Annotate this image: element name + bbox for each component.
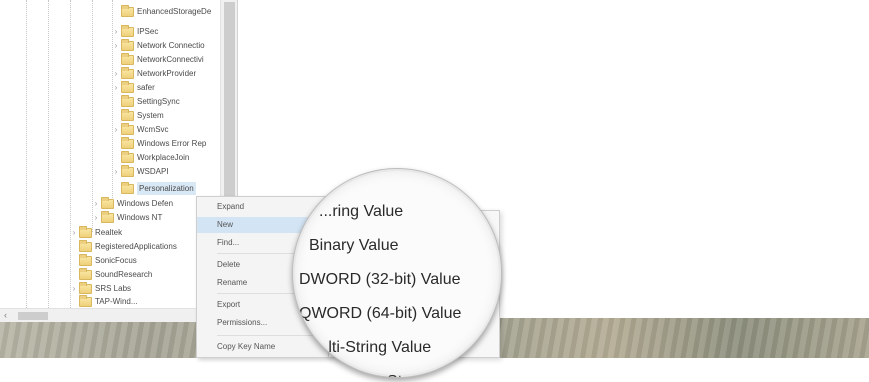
registry-key-label: Personalization — [137, 182, 196, 195]
expand-chevron-icon[interactable]: › — [70, 282, 78, 295]
registry-key-label: NetworkProvider — [137, 69, 197, 78]
registry-key-node[interactable]: › WcmSvc — [112, 122, 169, 136]
expand-chevron-icon[interactable]: › — [70, 226, 78, 239]
screenshot-stage: EnhancedStorageDe › IPSec › Network Connecti… — [0, 0, 869, 382]
registry-key-label: IPSec — [137, 27, 159, 36]
registry-key-label: Windows Defen — [117, 199, 174, 208]
new-value-type-option[interactable]: QWORD (64-bit) Value — [299, 299, 499, 329]
new-value-type-option[interactable]: Binary Value — [309, 231, 501, 261]
folder-icon — [121, 181, 134, 194]
registry-key-label: SoundResearch — [95, 270, 153, 279]
folder-icon — [79, 281, 92, 294]
registry-key-tree[interactable]: EnhancedStorageDe › IPSec › Network Connecti… — [0, 0, 220, 308]
folder-icon — [121, 66, 134, 79]
registry-key-node[interactable]: Windows Error Rep — [112, 136, 207, 150]
registry-key-node[interactable]: › IPSec — [112, 24, 159, 38]
magnifier-lens: ...ring Value Binary Value DWORD (32-bit) … — [292, 168, 502, 378]
folder-icon — [101, 210, 114, 223]
folder-icon — [121, 24, 134, 37]
menu-separator — [217, 335, 323, 336]
registry-key-node[interactable]: › Realtek — [70, 225, 123, 239]
expand-chevron-icon[interactable]: › — [112, 81, 120, 94]
registry-key-node[interactable]: › Windows NT — [92, 210, 163, 224]
registry-key-label: WSDAPI — [137, 167, 169, 176]
registry-key-label: safer — [137, 83, 155, 92]
horizontal-scroll-thumb[interactable] — [18, 312, 48, 320]
registry-key-node[interactable]: NetworkConnectivi — [112, 52, 204, 66]
registry-key-label: Network Connectio — [137, 41, 205, 50]
registry-key-node[interactable]: SonicFocus — [70, 253, 137, 267]
registry-key-node[interactable]: SettingSync — [112, 94, 180, 108]
registry-key-node[interactable]: Personalization — [112, 181, 196, 195]
registry-key-label: Windows NT — [117, 213, 163, 222]
registry-key-node[interactable]: System — [112, 108, 164, 122]
folder-icon — [79, 225, 92, 238]
menu-item-label: Find... — [217, 238, 240, 247]
registry-key-node[interactable]: SoundResearch — [70, 267, 153, 281]
registry-key-node[interactable]: › Windows Defen — [92, 196, 174, 210]
expand-chevron-icon[interactable]: › — [92, 211, 100, 224]
registry-key-label: System — [137, 111, 164, 120]
tree-guide-line — [26, 0, 27, 308]
expand-chevron-icon[interactable]: › — [112, 123, 120, 136]
folder-icon — [79, 294, 92, 307]
folder-icon — [121, 108, 134, 121]
folder-icon — [121, 150, 134, 163]
folder-icon — [79, 239, 92, 252]
registry-key-label: EnhancedStorageDe — [137, 7, 212, 16]
menu-item-expand[interactable]: Expand — [197, 199, 329, 215]
menu-item-copy-key-name[interactable]: Copy Key Name — [197, 339, 329, 355]
folder-icon — [121, 4, 134, 17]
registry-key-node[interactable]: EnhancedStorageDe — [112, 4, 212, 18]
registry-key-label: Realtek — [95, 228, 123, 237]
expand-chevron-icon[interactable]: › — [112, 67, 120, 80]
folder-icon — [121, 80, 134, 93]
registry-key-label: TAP-Wind... — [95, 297, 138, 306]
registry-key-node[interactable]: › NetworkProvider — [112, 66, 197, 80]
folder-icon — [79, 253, 92, 266]
registry-key-node[interactable]: RegisteredApplications — [70, 239, 177, 253]
registry-key-node[interactable]: › Network Connectio — [112, 38, 205, 52]
scroll-left-arrow-icon[interactable]: ‹ — [4, 310, 7, 320]
expand-chevron-icon[interactable]: › — [112, 39, 120, 52]
folder-icon — [101, 196, 114, 209]
menu-item-label: Expand — [217, 202, 245, 211]
folder-icon — [79, 267, 92, 280]
folder-icon — [121, 164, 134, 177]
folder-icon — [121, 38, 134, 51]
folder-icon — [121, 52, 134, 65]
registry-key-label: Windows Error Rep — [137, 139, 207, 148]
registry-key-label: SonicFocus — [95, 256, 137, 265]
tree-guide-line — [48, 0, 49, 308]
expand-chevron-icon[interactable]: › — [112, 25, 120, 38]
registry-key-label: SettingSync — [137, 97, 180, 106]
menu-item-label: Rename — [217, 278, 248, 287]
tree-horizontal-scrollbar[interactable]: ‹ — [0, 308, 220, 322]
folder-icon — [121, 136, 134, 149]
menu-item-label: Delete — [217, 260, 241, 269]
vertical-scroll-thumb[interactable] — [224, 2, 235, 212]
registry-key-node[interactable]: TAP-Wind... — [70, 294, 138, 308]
new-value-type-option[interactable]: ...lti-String Value — [315, 333, 501, 363]
menu-item-label: Copy Key Name — [217, 342, 276, 351]
folder-icon — [121, 94, 134, 107]
registry-key-label: RegisteredApplications — [95, 242, 177, 251]
registry-key-label: SRS Labs — [95, 284, 132, 293]
registry-key-node[interactable]: › WSDAPI — [112, 164, 169, 178]
registry-key-node[interactable]: › SRS Labs — [70, 281, 132, 295]
new-value-type-option[interactable]: DWORD (32-bit) Value — [299, 265, 499, 295]
expand-chevron-icon[interactable]: › — [92, 197, 100, 210]
registry-key-label: NetworkConnectivi — [137, 55, 204, 64]
menu-item-label: New — [217, 220, 234, 229]
expand-chevron-icon[interactable]: › — [112, 165, 120, 178]
menu-item-label: Export — [217, 300, 241, 309]
menu-item-label: Permissions... — [217, 318, 268, 327]
registry-key-label: WcmSvc — [137, 125, 169, 134]
new-value-type-option[interactable]: ...ring Value — [319, 197, 501, 227]
new-value-type-option[interactable]: ...able St... — [339, 367, 501, 377]
registry-key-node[interactable]: › safer — [112, 80, 155, 94]
registry-key-label: WorkplaceJoin — [137, 153, 190, 162]
folder-icon — [121, 122, 134, 135]
registry-key-node[interactable]: WorkplaceJoin — [112, 150, 190, 164]
